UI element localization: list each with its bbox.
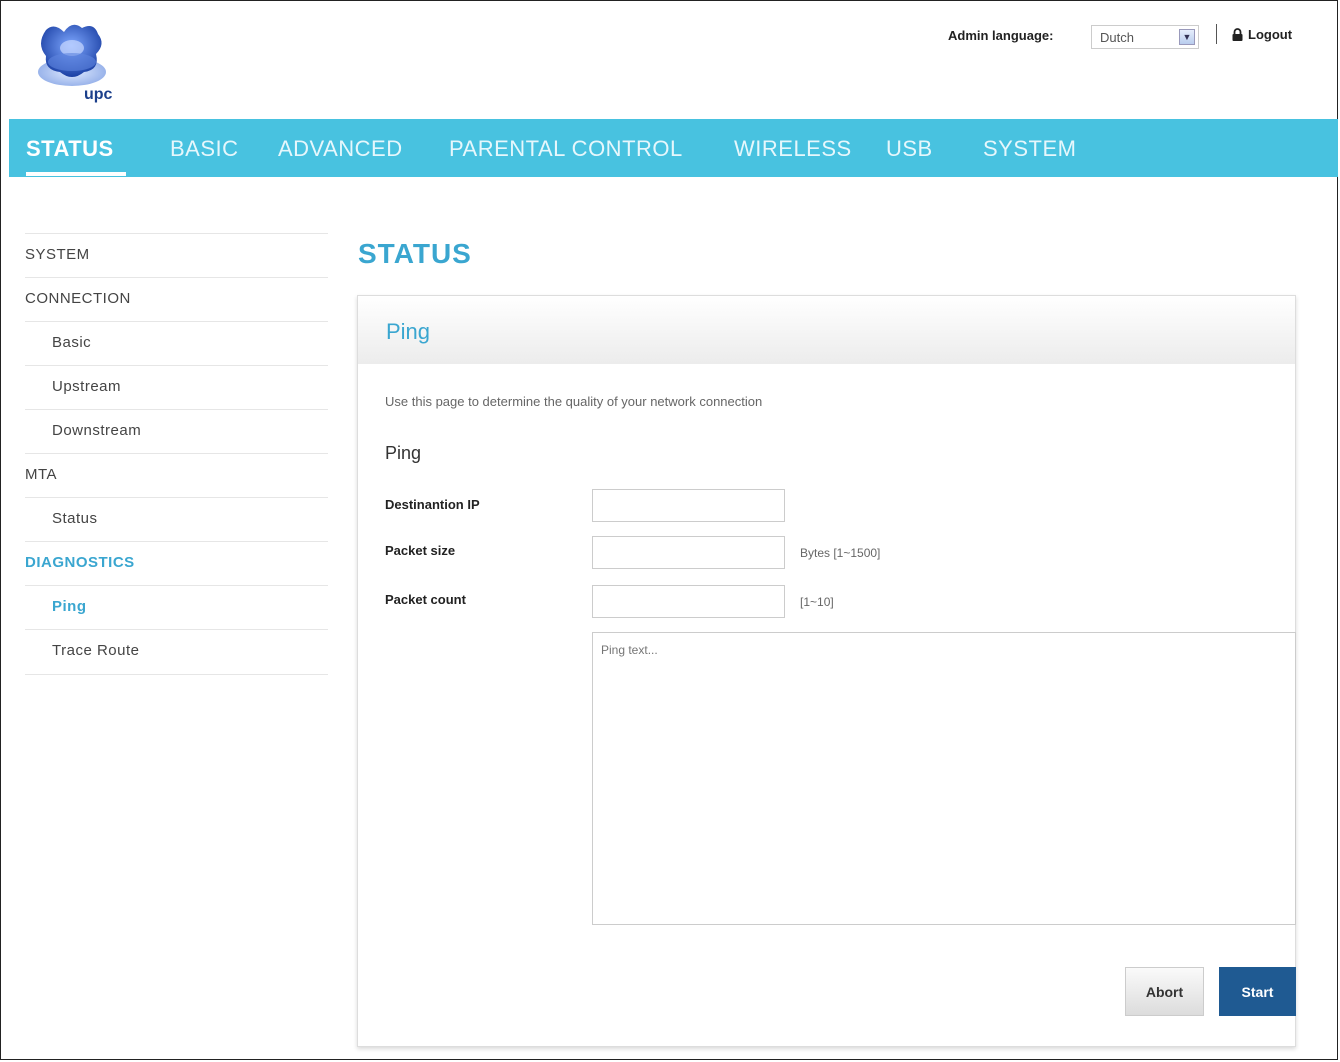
- sidebar-item-status[interactable]: Status: [25, 497, 328, 541]
- sidebar-item-downstream[interactable]: Downstream: [25, 409, 328, 453]
- main-nav: STATUS BASIC ADVANCED PARENTAL CONTROL W…: [9, 119, 1338, 177]
- logo-text: upc: [84, 86, 113, 103]
- nav-item-parental-control[interactable]: PARENTAL CONTROL: [449, 136, 683, 162]
- logout-link[interactable]: Logout: [1232, 27, 1292, 42]
- destination-ip-label: Destinantion IP: [385, 497, 480, 512]
- nav-item-usb[interactable]: USB: [886, 136, 933, 162]
- ping-output-textarea[interactable]: [592, 632, 1296, 925]
- language-value: Dutch: [1100, 30, 1134, 45]
- logout-label: Logout: [1248, 27, 1293, 42]
- abort-button[interactable]: Abort: [1125, 967, 1204, 1016]
- packet-count-label: Packet count: [385, 592, 466, 607]
- packet-size-input[interactable]: [592, 536, 785, 569]
- packet-size-label: Packet size: [385, 543, 456, 558]
- panel-title: Ping: [386, 319, 431, 344]
- nav-active-indicator: [26, 172, 126, 176]
- sidebar-item-diagnostics[interactable]: DIAGNOSTICS: [25, 541, 328, 585]
- panel-header: Ping: [358, 296, 1295, 364]
- start-button[interactable]: Start: [1219, 967, 1296, 1016]
- sidebar-item-system[interactable]: SYSTEM: [25, 233, 328, 277]
- language-select[interactable]: Dutch ▼: [1091, 25, 1199, 49]
- destination-ip-input[interactable]: [592, 489, 785, 522]
- sidebar-item-trace-route[interactable]: Trace Route: [25, 629, 328, 673]
- nav-item-status[interactable]: STATUS: [26, 136, 114, 162]
- sidebar-item-basic[interactable]: Basic: [25, 321, 328, 365]
- nav-item-wireless[interactable]: WIRELESS: [734, 136, 852, 162]
- nav-item-advanced[interactable]: ADVANCED: [278, 136, 403, 162]
- packet-count-hint: [1~10]: [800, 595, 834, 609]
- lock-icon: [1232, 28, 1243, 41]
- sidebar-item-upstream[interactable]: Upstream: [25, 365, 328, 409]
- nav-item-basic[interactable]: BASIC: [170, 136, 239, 162]
- sidebar-divider: [25, 674, 328, 675]
- packet-count-input[interactable]: [592, 585, 785, 618]
- nav-item-system[interactable]: SYSTEM: [983, 136, 1076, 162]
- admin-language-label: Admin language:: [948, 28, 1054, 43]
- sidebar-item-ping[interactable]: Ping: [25, 585, 328, 629]
- header-separator: [1216, 24, 1217, 44]
- packet-size-hint: Bytes [1~1500]: [800, 546, 881, 560]
- page-description: Use this page to determine the quality o…: [385, 394, 763, 409]
- page-title: STATUS: [358, 238, 472, 269]
- sidebar-item-mta[interactable]: MTA: [25, 453, 328, 497]
- chevron-down-icon[interactable]: ▼: [1179, 29, 1195, 45]
- section-title: Ping: [385, 443, 422, 463]
- sidebar-item-connection[interactable]: CONNECTION: [25, 277, 328, 321]
